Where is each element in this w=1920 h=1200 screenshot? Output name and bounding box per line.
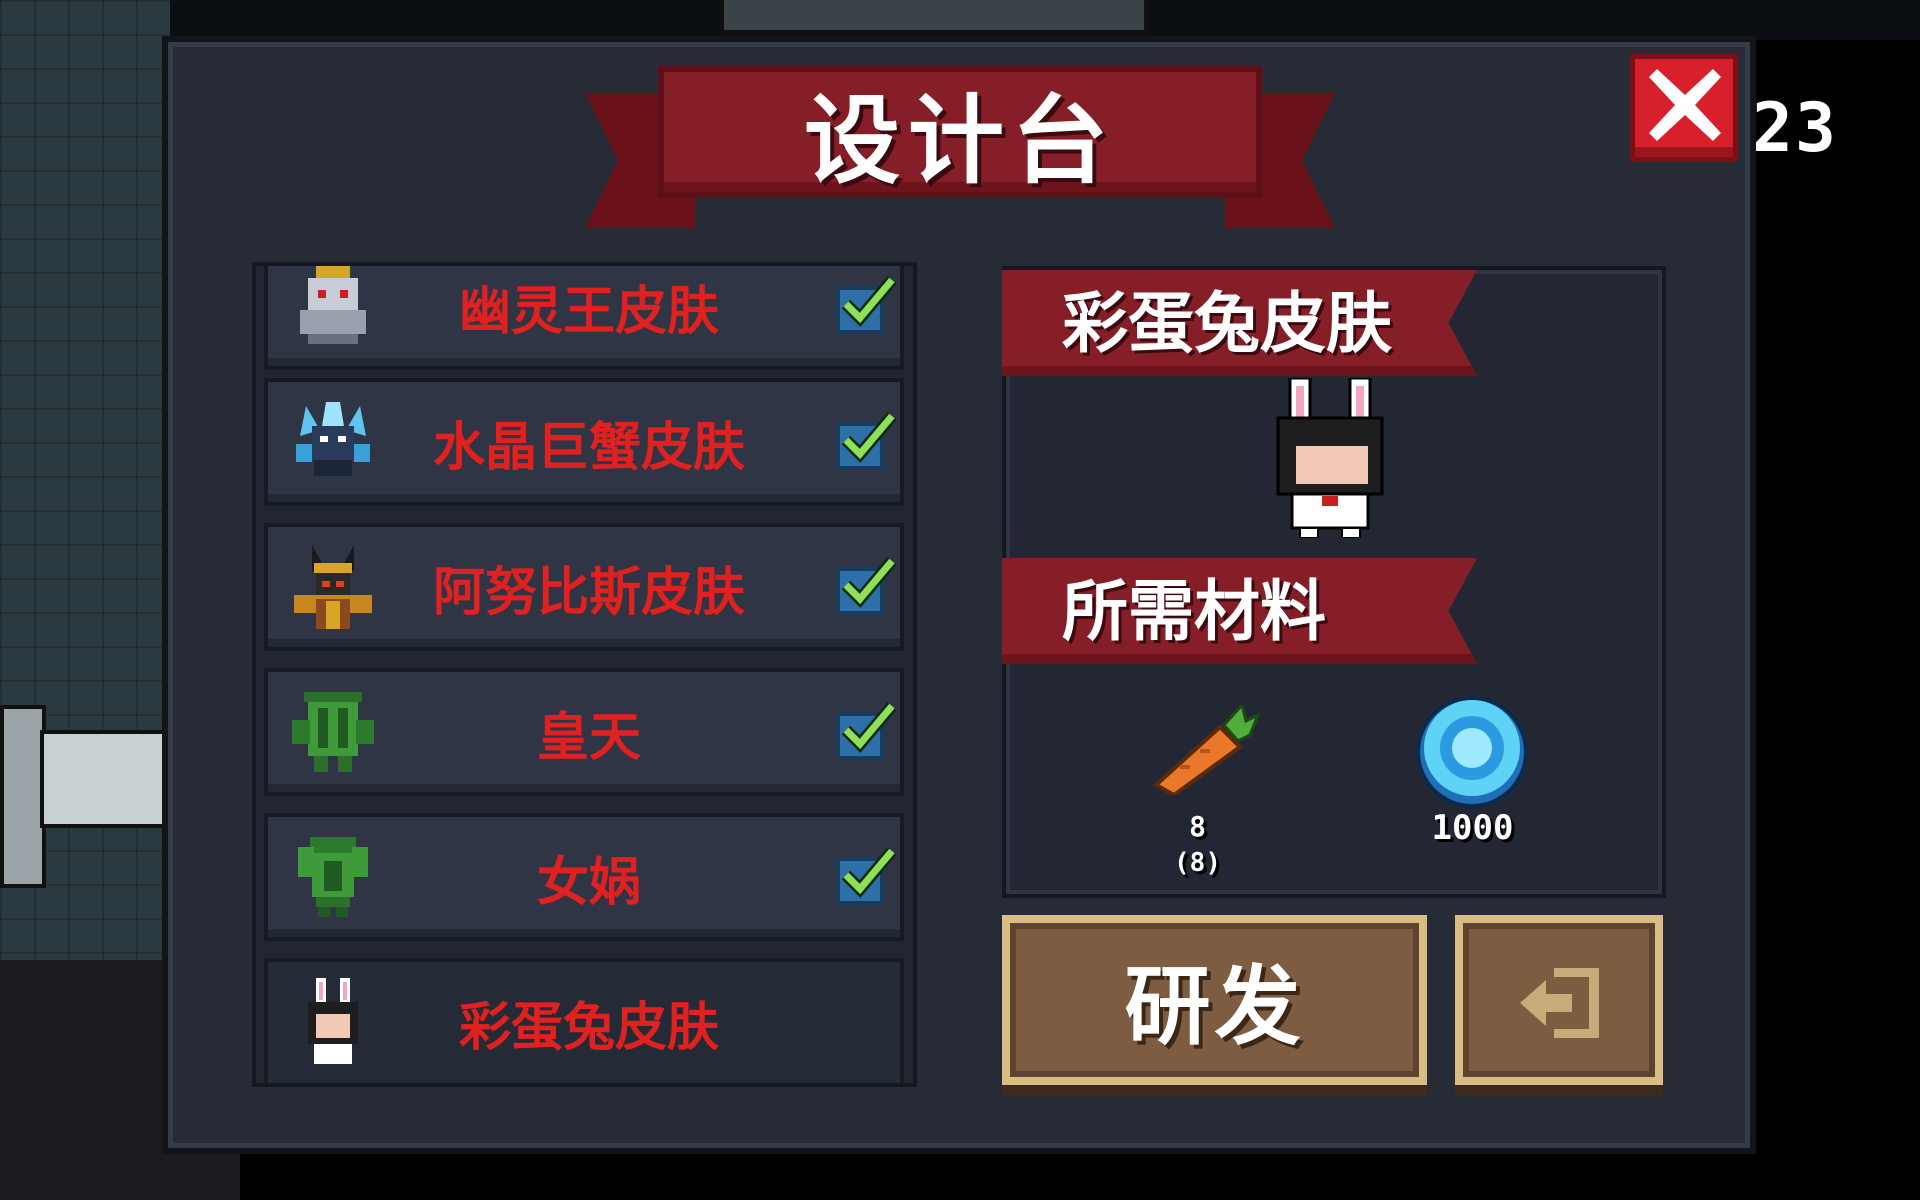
list-item-nuwa[interactable]: 女娲	[264, 813, 904, 941]
selected-skin-name: 彩蛋兔皮肤	[1062, 285, 1392, 362]
page-title: 设计台	[804, 84, 1116, 197]
list-item-anubis[interactable]: 阿努比斯皮肤	[264, 523, 904, 651]
material-gem	[1412, 692, 1562, 812]
title-banner: 设计台	[658, 66, 1262, 198]
checkmark-icon	[836, 847, 896, 905]
checkmark-icon	[836, 276, 896, 334]
close-icon	[1649, 69, 1721, 141]
carrot-owned: (8)	[1174, 848, 1221, 878]
list-item-easter-bunny[interactable]: 彩蛋兔皮肤	[264, 958, 904, 1083]
gem-amount: 1000	[1431, 808, 1514, 848]
checkmark-icon	[836, 557, 896, 615]
skin-list[interactable]: 幽灵王皮肤 水晶巨蟹皮肤 阿努比斯皮肤 皇天 女娲 彩蛋兔皮肤	[252, 262, 917, 1087]
material-carrot	[1150, 705, 1300, 805]
list-item-crystal-crab[interactable]: 水晶巨蟹皮肤	[264, 378, 904, 506]
list-item-label: 彩蛋兔皮肤	[458, 997, 719, 1058]
checkmark-icon	[836, 412, 896, 470]
checkmark-icon	[836, 702, 896, 760]
list-item-ghost-king[interactable]: 幽灵王皮肤	[264, 266, 904, 370]
list-item-label: 水晶巨蟹皮肤	[432, 417, 745, 478]
background-machine	[720, 0, 1148, 34]
nuwa-icon	[298, 837, 368, 917]
list-item-label: 女娲	[536, 852, 641, 913]
ghost-king-icon	[300, 266, 366, 344]
easter-bunny-icon	[308, 978, 358, 1064]
skin-name-ribbon: 彩蛋兔皮肤	[1002, 270, 1477, 376]
close-button[interactable]	[1630, 54, 1738, 162]
crystal-crab-icon	[296, 402, 370, 476]
hud-counter: 23	[1752, 89, 1838, 168]
list-item-label: 幽灵王皮肤	[458, 281, 719, 342]
research-button[interactable]: 研发	[1002, 915, 1427, 1085]
easter-bunny-preview	[1276, 378, 1384, 538]
gem-coin-icon	[1416, 696, 1528, 808]
exit-icon	[1520, 968, 1599, 1038]
list-item-label: 阿努比斯皮肤	[432, 562, 745, 623]
exit-button[interactable]	[1455, 915, 1663, 1085]
list-item-huangtian[interactable]: 皇天	[264, 668, 904, 796]
materials-ribbon: 所需材料	[1002, 558, 1477, 664]
list-item-label: 皇天	[536, 707, 641, 768]
carrot-icon	[1152, 705, 1260, 795]
materials-title: 所需材料	[1062, 573, 1326, 650]
background-desk	[40, 730, 173, 828]
carrot-amount: 8	[1189, 810, 1206, 843]
research-button-label: 研发	[1124, 956, 1305, 1057]
huangtian-icon	[292, 692, 374, 772]
anubis-icon	[294, 545, 372, 629]
